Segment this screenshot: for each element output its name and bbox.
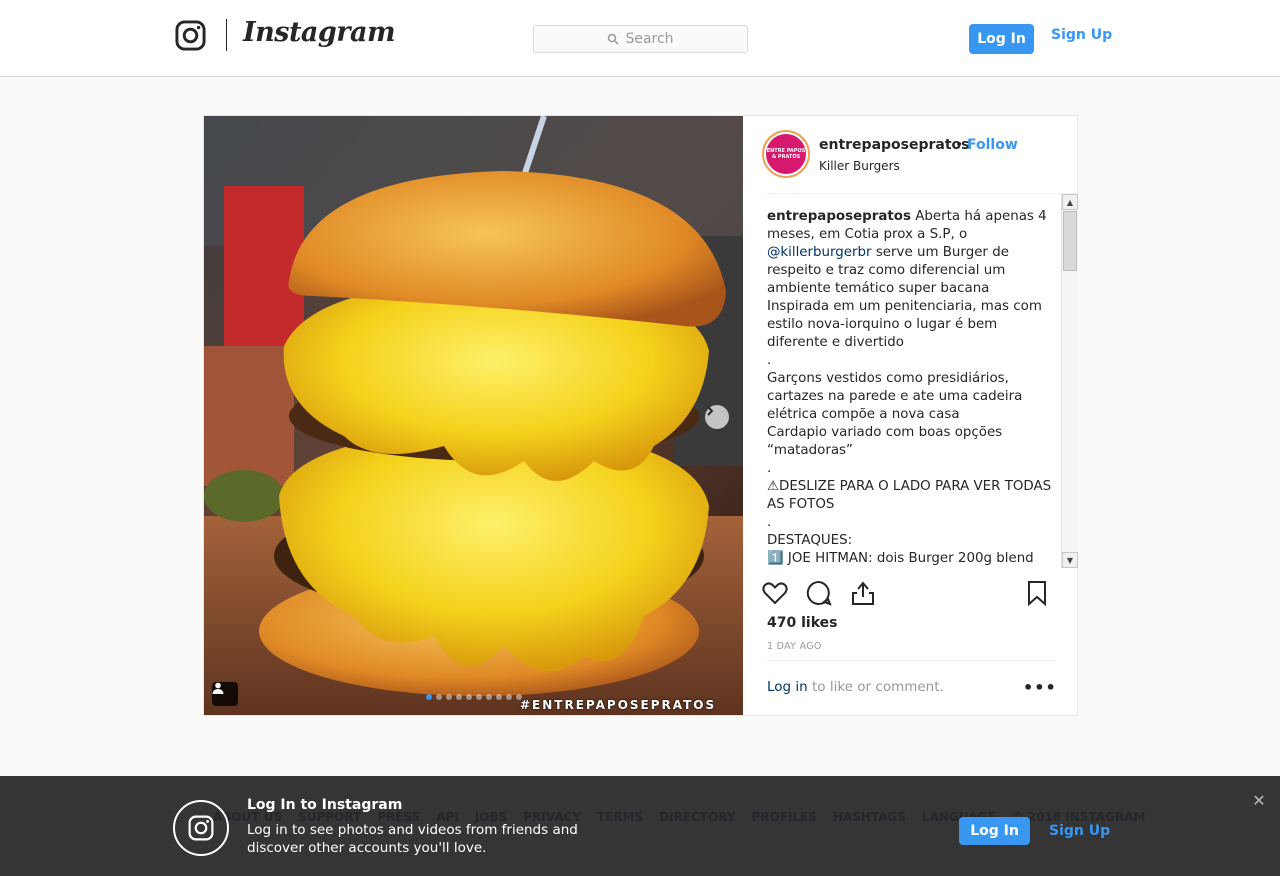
- divider: [767, 660, 1054, 661]
- instagram-logo-icon[interactable]: [175, 20, 206, 51]
- login-button[interactable]: Log In: [969, 24, 1034, 54]
- user-icon: [212, 682, 224, 694]
- caption-scroll-area[interactable]: entrepaposepratos Aberta há apenas 4 mes…: [767, 194, 1078, 568]
- caption-line: Cardapio variado com boas opções “matado…: [767, 425, 1003, 458]
- banner-login-button[interactable]: Log In: [959, 817, 1030, 845]
- bookmark-icon[interactable]: [1023, 579, 1051, 607]
- caption-line: Inspirada em um penitenciaria, mas com e…: [767, 299, 1042, 350]
- post-timestamp[interactable]: 1 DAY AGO: [767, 641, 822, 652]
- chevron-right-icon: [707, 406, 714, 416]
- carousel-dot: [506, 694, 512, 700]
- post-sidebar: ENTRE PAPOS & PRATOS entrepaposepratos •…: [743, 116, 1078, 715]
- avatar-image: ENTRE PAPOS & PRATOS: [766, 134, 806, 174]
- scroll-up-arrow-icon[interactable]: ▲: [1062, 194, 1078, 210]
- carousel-dot: [456, 694, 462, 700]
- login-banner: Log In to Instagram Log in to see photos…: [0, 776, 1280, 876]
- like-heart-icon[interactable]: [761, 579, 789, 607]
- carousel-dot: [426, 694, 432, 700]
- caption-mention[interactable]: @killerburgerbr: [767, 245, 872, 260]
- top-navigation-bar: Instagram Search Log In Sign Up: [0, 0, 1280, 77]
- login-link[interactable]: Log in: [767, 679, 808, 695]
- burger-photo-illustration: [204, 116, 743, 715]
- post-location[interactable]: Killer Burgers: [819, 159, 900, 173]
- scrollbar-thumb[interactable]: [1063, 211, 1077, 271]
- carousel-dot: [476, 694, 482, 700]
- carousel-dot: [436, 694, 442, 700]
- carousel-dot: [496, 694, 502, 700]
- post-actions: [759, 579, 1059, 611]
- caption-line: Garçons vestidos como presidiários, cart…: [767, 371, 1023, 422]
- banner-description: Log in to see photos and videos from fri…: [247, 822, 578, 856]
- login-suffix: to like or comment.: [807, 679, 944, 695]
- caption-line: .: [767, 353, 772, 368]
- caption-author[interactable]: entrepaposepratos: [767, 209, 911, 224]
- caption-line: .: [767, 515, 772, 530]
- search-placeholder: Search: [625, 31, 674, 47]
- post-photo[interactable]: #ENTREPAPOSEPRATOS: [204, 116, 743, 715]
- next-photo-button[interactable]: [705, 405, 729, 429]
- caption-line: 1️⃣ JOE HITMAN: dois Burger 200g blend: [767, 551, 1034, 566]
- carousel-dot: [466, 694, 472, 700]
- separator-dot: •: [955, 137, 964, 153]
- scroll-down-arrow-icon[interactable]: ▼: [1062, 552, 1078, 568]
- search-input[interactable]: Search: [533, 25, 748, 53]
- close-icon[interactable]: ✕: [1251, 793, 1267, 809]
- tagged-users-button[interactable]: [212, 682, 238, 706]
- logo-divider: [226, 19, 227, 51]
- carousel-indicator: [426, 694, 522, 700]
- post-card: #ENTREPAPOSEPRATOS ENTRE PAPOS & PRATOS …: [203, 115, 1078, 716]
- follow-button[interactable]: Follow: [967, 137, 1018, 153]
- photo-watermark: #ENTREPAPOSEPRATOS: [520, 698, 717, 712]
- search-icon: [608, 33, 619, 45]
- caption-scrollbar[interactable]: ▲ ▼: [1061, 194, 1078, 568]
- login-to-comment: Log in to like or comment.: [767, 679, 944, 695]
- signup-link[interactable]: Sign Up: [1051, 27, 1112, 43]
- post-owner-username[interactable]: entrepaposepratos: [819, 137, 970, 153]
- carousel-dot: [446, 694, 452, 700]
- post-caption: entrepaposepratos Aberta há apenas 4 mes…: [767, 208, 1052, 568]
- like-count[interactable]: 470 likes: [767, 615, 837, 631]
- caption-line: DESTAQUES:: [767, 533, 853, 548]
- banner-signup-link[interactable]: Sign Up: [1049, 823, 1110, 839]
- share-icon[interactable]: [849, 579, 877, 607]
- caption-line: .: [767, 461, 772, 476]
- more-options-icon[interactable]: •••: [1023, 678, 1057, 697]
- banner-title: Log In to Instagram: [247, 797, 403, 813]
- instagram-wordmark[interactable]: Instagram: [243, 17, 396, 48]
- avatar[interactable]: ENTRE PAPOS & PRATOS: [762, 130, 810, 178]
- carousel-dot: [486, 694, 492, 700]
- comment-icon[interactable]: [805, 579, 833, 607]
- instagram-camera-icon: [173, 800, 229, 856]
- caption-line: ⚠DESLIZE PARA O LADO PARA VER TODAS AS F…: [767, 479, 1052, 512]
